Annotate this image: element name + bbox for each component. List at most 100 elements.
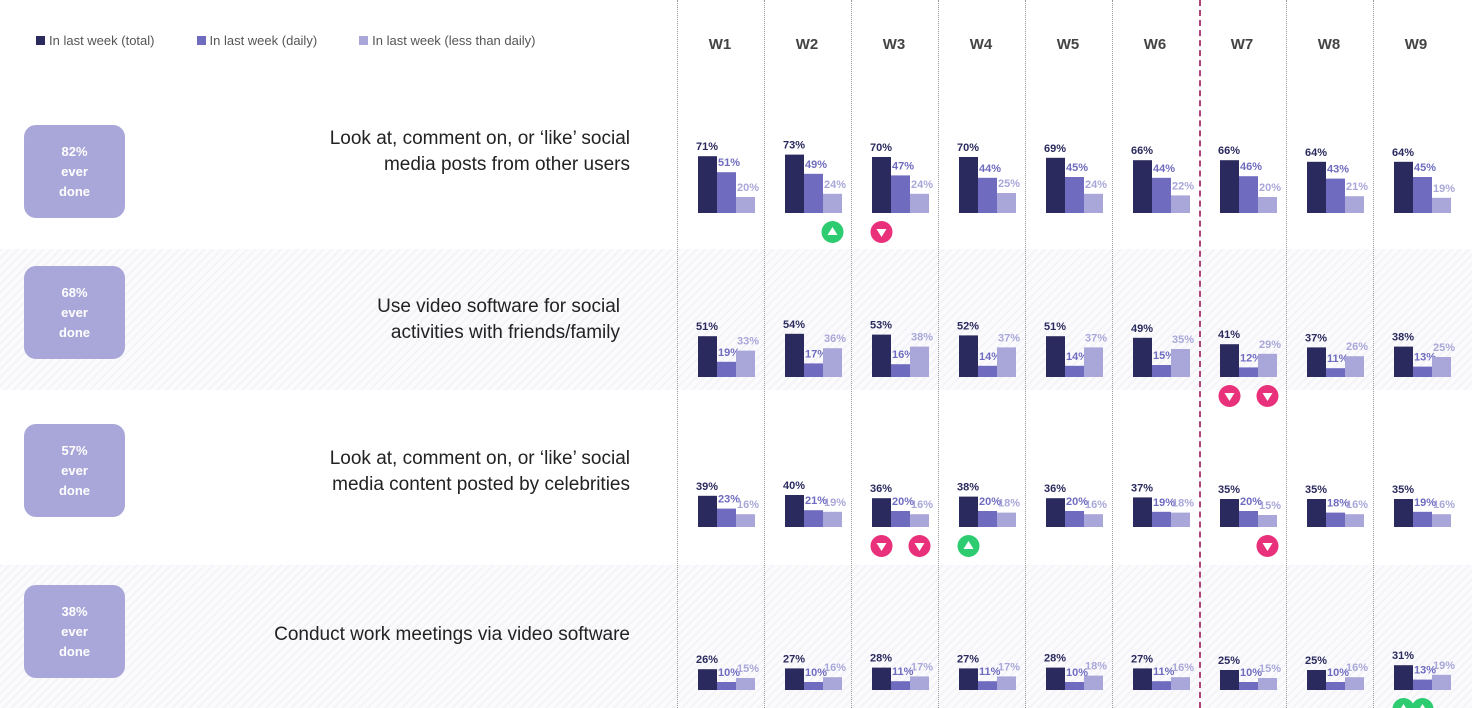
bar-total-w1 [698,669,717,690]
data-label-less: 15% [737,663,759,675]
bar-total-w5 [1046,157,1065,213]
bar-less-w7 [1258,515,1277,527]
bar-daily-w3 [891,175,910,213]
significant-decrease-icon [870,221,893,243]
data-label-total: 38% [957,482,979,494]
bar-less-w1 [736,678,755,690]
data-label-total: 35% [1305,484,1327,496]
bar-total-w5 [1046,498,1065,527]
bar-less-w3 [910,514,929,527]
data-label-less: 16% [1346,499,1368,511]
significant-increase-icon [1392,698,1415,708]
data-label-less: 18% [1085,661,1107,673]
data-label-total: 69% [1044,143,1066,155]
bar-less-w8 [1345,196,1364,213]
bar-total-w3 [872,334,891,377]
bar-daily-w8 [1326,368,1345,377]
significant-increase-icon [1411,698,1434,708]
bar-daily-w9 [1413,679,1432,690]
bar-total-w6 [1133,160,1152,213]
bar-total-w7 [1220,344,1239,377]
significant-decrease-icon [870,535,893,557]
bar-total-w3 [872,498,891,527]
bar-daily-w6 [1152,681,1171,690]
data-label-total: 70% [870,142,892,154]
bar-total-w2 [785,333,804,377]
data-label-total: 35% [1392,484,1414,496]
data-label-total: 36% [1044,483,1066,495]
bar-total-w1 [698,336,717,377]
data-label-less: 19% [1433,660,1455,672]
data-label-total: 39% [696,481,718,493]
bar-daily-w1 [717,508,736,527]
data-label-total: 35% [1218,484,1240,496]
data-label-total: 40% [783,480,805,492]
bar-less-w9 [1432,357,1451,377]
data-label-less: 35% [1172,334,1194,346]
data-label-less: 20% [1259,182,1281,194]
bar-less-w8 [1345,677,1364,690]
bar-daily-w5 [1065,365,1084,377]
bar-daily-w6 [1152,365,1171,377]
bar-less-w6 [1171,195,1190,213]
bar-total-w2 [785,154,804,213]
bar-total-w9 [1394,499,1413,527]
bar-total-w7 [1220,670,1239,690]
bar-total-w8 [1307,347,1326,377]
data-label-less: 16% [1433,499,1455,511]
data-label-daily: 49% [805,159,827,171]
data-label-daily: 44% [1153,163,1175,175]
bar-less-w6 [1171,677,1190,690]
data-label-less: 37% [998,332,1020,344]
data-label-less: 19% [1433,183,1455,195]
data-label-less: 33% [737,336,759,348]
data-label-less: 21% [1346,181,1368,193]
bar-less-w5 [1084,347,1103,377]
bar-daily-w4 [978,177,997,213]
data-label-daily: 43% [1327,164,1349,176]
data-label-total: 51% [696,321,718,333]
bar-total-w2 [785,495,804,527]
data-label-daily: 44% [979,163,1001,175]
bar-less-w7 [1258,197,1277,213]
significant-increase-icon [957,535,980,557]
bar-daily-w5 [1065,511,1084,527]
data-label-total: 38% [1392,332,1414,344]
data-label-daily: 46% [1240,161,1262,173]
data-label-less: 25% [1433,342,1455,354]
data-label-total: 26% [696,654,718,666]
data-label-total: 27% [1131,653,1153,665]
bar-total-w4 [959,335,978,377]
significant-increase-icon [821,221,844,243]
significant-decrease-icon [908,535,931,557]
data-label-total: 51% [1044,321,1066,333]
bar-less-w1 [736,197,755,213]
data-label-less: 16% [1172,662,1194,674]
bar-less-w5 [1084,675,1103,690]
bar-daily-w2 [804,510,823,527]
data-label-less: 24% [1085,179,1107,191]
data-label-total: 64% [1305,147,1327,159]
bar-daily-w3 [891,364,910,377]
bar-less-w7 [1258,678,1277,690]
data-label-daily: 45% [1414,162,1436,174]
bar-total-w6 [1133,337,1152,377]
data-label-less: 29% [1259,339,1281,351]
data-label-total: 66% [1131,145,1153,157]
data-label-less: 17% [998,661,1020,673]
bar-daily-w5 [1065,177,1084,213]
data-label-total: 28% [870,653,892,665]
data-label-less: 37% [1085,332,1107,344]
bar-daily-w7 [1239,176,1258,213]
bar-daily-w7 [1239,511,1258,527]
data-label-less: 15% [1259,663,1281,675]
significant-decrease-icon [1256,385,1279,407]
data-label-less: 19% [824,497,846,509]
data-label-total: 27% [783,653,805,665]
data-label-daily: 47% [892,160,914,172]
bar-less-w2 [823,348,842,377]
bar-total-w4 [959,668,978,690]
data-label-total: 31% [1392,650,1414,662]
bar-less-w9 [1432,197,1451,213]
data-label-less: 18% [1172,498,1194,510]
